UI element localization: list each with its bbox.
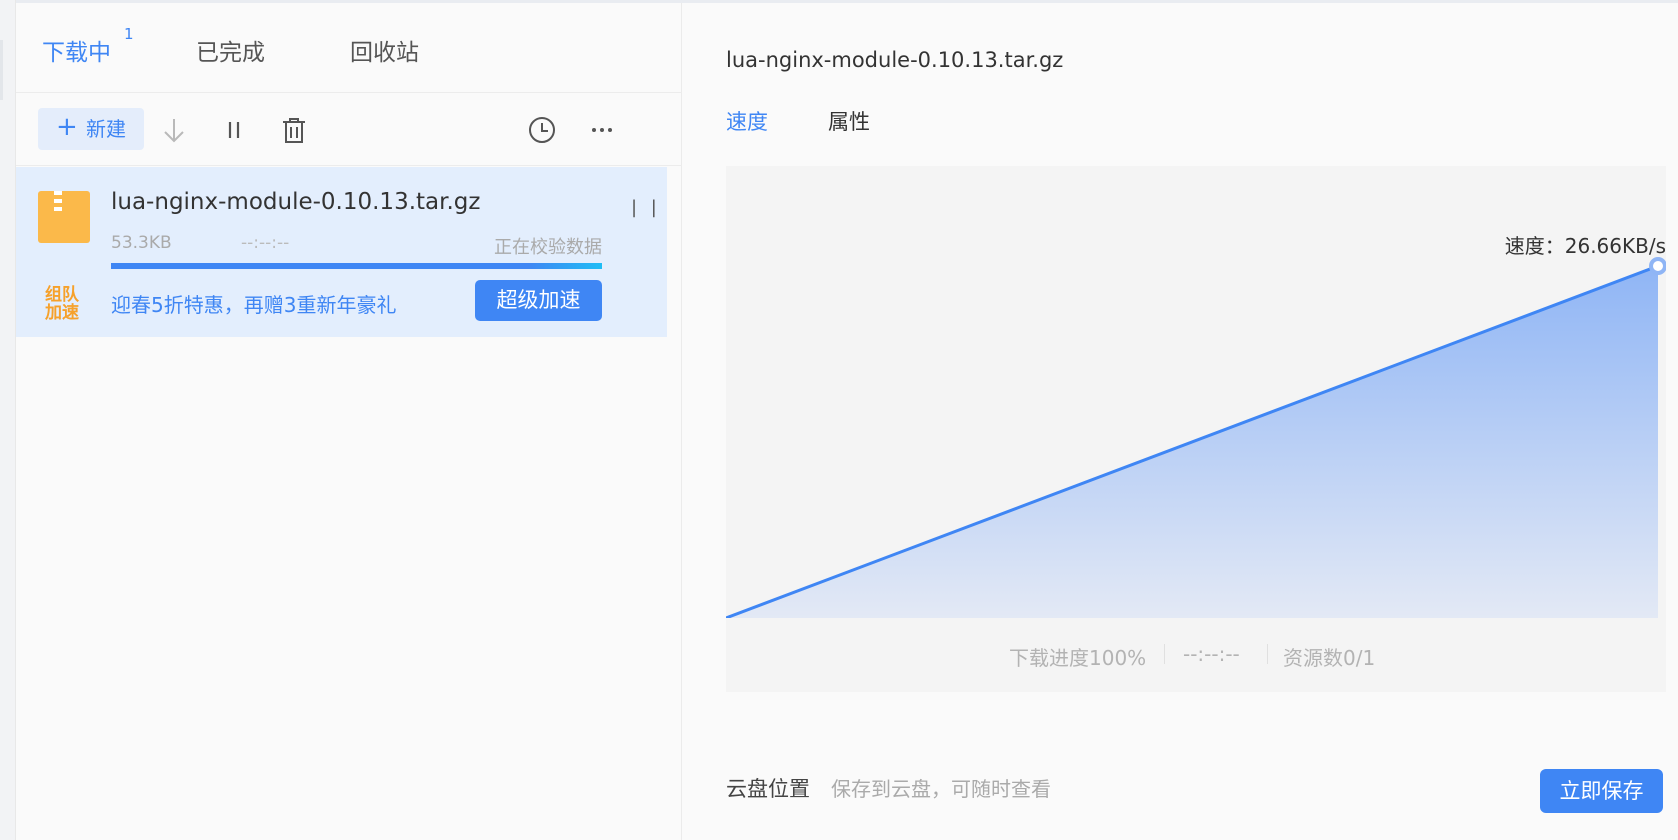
cloud-location-hint: 保存到云盘，可随时查看: [831, 777, 1051, 801]
task-item[interactable]: lua-nginx-module-0.10.13.tar.gz | | 53.3…: [16, 167, 667, 337]
team-boost-badge[interactable]: 组队 加速: [38, 286, 86, 322]
team-boost-line2: 加速: [45, 303, 79, 323]
detail-filename: lua-nginx-module-0.10.13.tar.gz: [726, 48, 1064, 72]
super-boost-button[interactable]: 超级加速: [475, 280, 602, 321]
clock-icon[interactable]: [526, 114, 558, 146]
promo-link[interactable]: 迎春5折特惠，再赠3重新年豪礼: [111, 289, 396, 318]
download-manager: 下载中 1 已完成 回收站 + 新建 lua-nginx-module-0.10…: [0, 0, 1678, 840]
task-list-pane: 下载中 1 已完成 回收站 + 新建 lua-nginx-module-0.10…: [16, 3, 682, 840]
tab-downloading[interactable]: 下载中 1: [42, 25, 134, 67]
more-icon[interactable]: [586, 114, 618, 146]
task-progress-fill: [111, 263, 602, 269]
task-pause-icon[interactable]: | |: [631, 197, 661, 218]
zip-file-icon: [38, 191, 90, 243]
cloud-location-label: 云盘位置: [726, 777, 810, 801]
footer-divider: [1267, 644, 1268, 664]
tab-completed[interactable]: 已完成: [196, 33, 265, 67]
downloading-count-badge: 1: [124, 25, 134, 43]
sources-count-text: 资源数0/1: [1283, 646, 1376, 670]
footer-divider: [1164, 644, 1165, 664]
status-tabs: 下载中 1 已完成 回收站: [16, 3, 682, 93]
plus-icon: +: [56, 112, 78, 142]
task-size: 53.3KB: [111, 233, 172, 253]
task-toolbar: + 新建: [16, 94, 682, 166]
task-remaining-time: --:--:--: [241, 233, 290, 253]
trash-icon[interactable]: [278, 114, 310, 146]
detail-pane: lua-nginx-module-0.10.13.tar.gz 速度 属性 速度…: [683, 3, 1678, 840]
speed-chart: 速度：26.66KB/s 下载进度100% --:--:-- 资源数0/1: [726, 166, 1666, 692]
pause-icon[interactable]: [218, 114, 250, 146]
new-task-button[interactable]: + 新建: [38, 108, 144, 150]
speed-value-label: 速度：26.66KB/s: [1504, 234, 1666, 258]
tab-downloading-label: 下载中: [42, 40, 111, 66]
tab-properties[interactable]: 属性: [828, 106, 870, 136]
new-task-label: 新建: [86, 117, 126, 141]
speed-current-point: [1649, 257, 1666, 275]
side-strip: [0, 0, 16, 840]
side-strip-marker: [0, 40, 3, 100]
download-icon[interactable]: [158, 114, 190, 146]
task-filename: lua-nginx-module-0.10.13.tar.gz: [111, 189, 481, 215]
download-progress-text: 下载进度100%: [1009, 646, 1147, 670]
task-progress-bar: [111, 263, 602, 269]
save-now-button[interactable]: 立即保存: [1540, 769, 1663, 813]
team-boost-line1: 组队: [45, 285, 79, 305]
tab-recycle[interactable]: 回收站: [350, 33, 419, 67]
task-status: 正在校验数据: [494, 237, 602, 258]
tab-speed[interactable]: 速度: [726, 106, 768, 136]
remaining-time-text: --:--:--: [1183, 642, 1240, 666]
